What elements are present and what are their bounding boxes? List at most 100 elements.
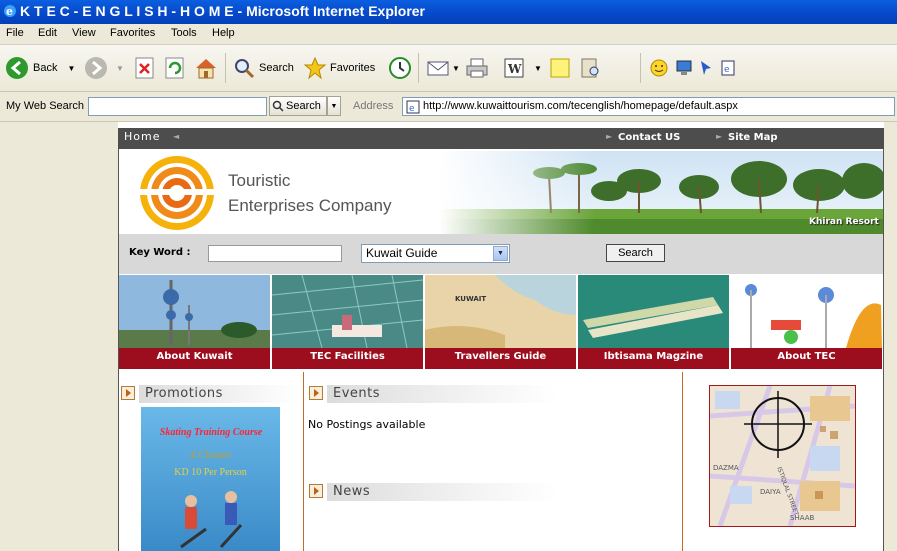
- search-icon: [272, 100, 284, 112]
- svg-text:e: e: [724, 65, 730, 75]
- keyword-input[interactable]: [208, 245, 342, 262]
- pointer-icon: [701, 61, 711, 75]
- address-toolbar: My Web Search Search ▼ Address e http://…: [0, 92, 897, 122]
- chevron-down-icon[interactable]: ▼: [493, 246, 508, 261]
- kuwait-towers-image: [119, 275, 270, 348]
- home-button[interactable]: [194, 53, 218, 83]
- tile-ibtisama-magazine[interactable]: Ibtisama Magzine: [578, 275, 729, 369]
- ie-small-button[interactable]: e: [720, 53, 736, 83]
- word-icon: W: [504, 58, 524, 78]
- tile-label: About Kuwait: [119, 348, 270, 369]
- svg-text:W: W: [507, 62, 522, 76]
- chevron-down-icon: ▼: [330, 102, 338, 110]
- monitor-icon: [676, 60, 692, 75]
- site-top-nav: Home ◄ ► Contact US ► Site Map: [118, 128, 884, 149]
- menu-favorites[interactable]: Favorites: [110, 27, 155, 39]
- svg-text:e: e: [409, 104, 415, 114]
- keyword-search-button[interactable]: Search: [606, 244, 665, 262]
- nav-site-map[interactable]: Site Map: [728, 132, 778, 143]
- home-icon: [196, 59, 216, 79]
- column-divider: [303, 372, 304, 551]
- guide-select[interactable]: Kuwait Guide ▼: [361, 244, 510, 263]
- events-empty-text: No Postings available: [308, 418, 426, 431]
- stop-icon: [135, 57, 154, 79]
- web-search-button[interactable]: Search: [269, 96, 327, 116]
- research-button[interactable]: [578, 53, 602, 83]
- menu-tools[interactable]: Tools: [171, 27, 197, 39]
- forward-arrow-icon: [85, 57, 107, 79]
- web-search-label: My Web Search: [6, 100, 85, 112]
- facilities-image: [272, 275, 423, 348]
- menu-help[interactable]: Help: [212, 27, 235, 39]
- chevron-down-icon[interactable]: ▼: [452, 64, 460, 73]
- print-button[interactable]: [465, 53, 489, 83]
- promotion-banner[interactable]: Skating Training Course 4 Classes KD 10 …: [141, 407, 280, 551]
- page-margin-left: [0, 122, 118, 551]
- triangle-left-icon: ◄: [173, 132, 180, 141]
- map-label-daiya: DAIYA: [760, 488, 781, 496]
- arrow-right-icon: [309, 386, 323, 400]
- banner-caption: Khiran Resort: [809, 217, 879, 227]
- svg-text:e: e: [6, 5, 13, 18]
- tile-tec-facilities[interactable]: TEC Facilities: [272, 275, 423, 369]
- events-header: Events: [309, 385, 559, 403]
- discuss-button[interactable]: [548, 53, 572, 83]
- cursor-button[interactable]: [698, 53, 714, 83]
- tile-label: About TEC: [731, 348, 882, 369]
- search-button[interactable]: Search: [232, 53, 294, 83]
- web-search-input[interactable]: [88, 97, 267, 116]
- mail-button[interactable]: ▼: [426, 53, 460, 83]
- forward-button[interactable]: ▼: [84, 53, 124, 83]
- tile-travellers-guide[interactable]: KUWAIT Travellers Guide: [425, 275, 576, 369]
- map-graphic: [710, 386, 855, 526]
- tile-label: TEC Facilities: [272, 348, 423, 369]
- chevron-down-icon[interactable]: ▼: [116, 64, 124, 73]
- toolbar: Back ▼ ▼ Search Favorites ▼ W ▼ e: [0, 45, 897, 92]
- tile-label: Travellers Guide: [425, 348, 576, 369]
- chevron-down-icon[interactable]: ▼: [67, 64, 75, 73]
- title-bar: e K T E C - E N G L I S H - H O M E - Mi…: [0, 0, 897, 24]
- address-input[interactable]: e http://www.kuwaittourism.com/tecenglis…: [402, 97, 895, 116]
- tile-about-tec[interactable]: About TEC: [731, 275, 882, 369]
- tile-about-kuwait[interactable]: About Kuwait: [119, 275, 270, 369]
- messenger-button[interactable]: [650, 53, 668, 83]
- nav-contact-us[interactable]: Contact US: [618, 132, 680, 143]
- history-button[interactable]: [388, 53, 412, 83]
- skater-figures: [180, 491, 243, 549]
- window-title: K T E C - E N G L I S H - H O M E - Micr…: [20, 3, 426, 19]
- page-margin-right: [884, 122, 897, 551]
- magazine-image: [578, 275, 729, 348]
- back-button[interactable]: Back ▼: [5, 53, 75, 83]
- printer-icon: [466, 58, 488, 78]
- note-icon: [550, 58, 570, 78]
- triangle-right-icon: ►: [606, 132, 613, 141]
- triangle-right-icon: ►: [716, 132, 723, 141]
- stop-button[interactable]: [133, 53, 157, 83]
- star-icon: [303, 56, 327, 80]
- kuwait-map[interactable]: DAZMA DAIYA SHAAB ISTIQLAL STREET: [709, 385, 856, 527]
- menu-view[interactable]: View: [72, 27, 96, 39]
- address-url: http://www.kuwaittourism.com/tecenglish/…: [423, 100, 738, 112]
- promo-price: KD 10 Per Person: [174, 467, 247, 478]
- tec-logo-icon: [137, 156, 217, 230]
- favorites-button[interactable]: Favorites: [303, 53, 375, 83]
- research-icon: [581, 58, 599, 78]
- page-icon: e: [406, 100, 420, 114]
- screen-button[interactable]: [675, 53, 693, 83]
- web-search-dropdown[interactable]: ▼: [327, 96, 341, 116]
- chevron-down-icon[interactable]: ▼: [534, 64, 542, 73]
- menu-bar: File Edit View Favorites Tools Help: [0, 24, 897, 45]
- menu-file[interactable]: File: [6, 27, 24, 39]
- keyword-search-bar: Key Word : Kuwait Guide ▼ Search: [119, 234, 883, 274]
- edit-word-button[interactable]: W ▼: [502, 53, 542, 83]
- address-label: Address: [353, 100, 394, 112]
- tile-label: Ibtisama Magzine: [578, 348, 729, 369]
- nav-home[interactable]: Home: [124, 130, 160, 143]
- menu-edit[interactable]: Edit: [38, 27, 57, 39]
- page-e-icon: e: [721, 60, 735, 76]
- news-header: News: [309, 483, 559, 501]
- refresh-button[interactable]: [163, 53, 187, 83]
- history-icon: [389, 57, 411, 79]
- keyword-label: Key Word :: [129, 247, 191, 258]
- smiley-icon: [650, 59, 668, 77]
